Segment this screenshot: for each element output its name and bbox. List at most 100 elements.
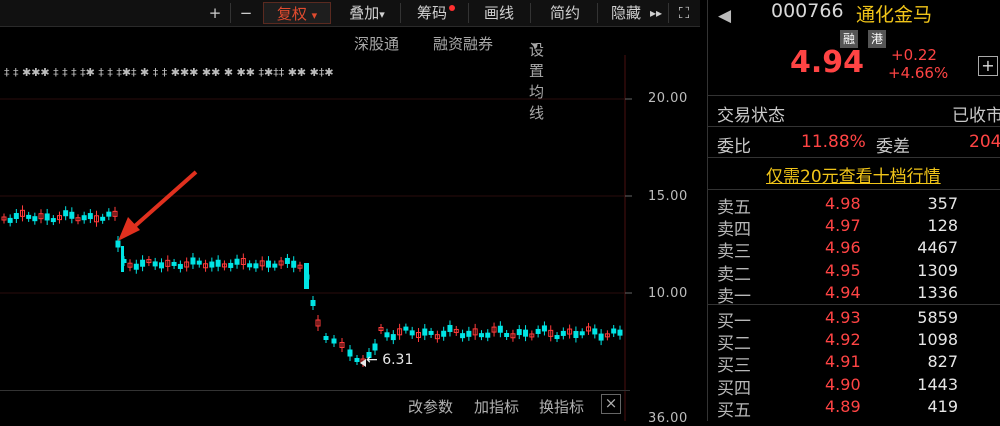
close-icon[interactable]: × [601, 394, 621, 414]
candle-body [441, 330, 447, 337]
y-axis-tick: 10.00 [648, 286, 688, 301]
candle-body-drop [121, 246, 124, 272]
y-axis-tick: 20.00 [648, 91, 688, 106]
bid-row[interactable]: 买三 4.91 827 [708, 351, 1000, 376]
more-arrows-icon[interactable]: ▸▸ [646, 2, 666, 24]
candle-body [354, 358, 360, 362]
order-price: 4.90 [825, 374, 861, 394]
candle-body [541, 325, 547, 332]
candle-body [7, 217, 13, 223]
candle-body [247, 263, 253, 268]
ask-row[interactable]: 卖二 4.95 1309 [708, 260, 1000, 285]
stock-name: 通化金马 [856, 4, 933, 26]
candlestick-chart-svg[interactable]: ‡ ‡ ✱✱✱ ‡ ‡ ‡ ‡✱ ‡ ‡ ‡✱‡ ✱ ‡ ‡ ✱✱✱ ✱✱ ✱ … [0, 55, 700, 421]
candle-body [478, 333, 484, 338]
candle-body [372, 343, 378, 351]
bid-row[interactable]: 买五 4.89 419 [708, 396, 1000, 421]
low-price-annotation: ← 6.31 [366, 352, 413, 368]
candle-body [310, 300, 316, 306]
hk-connect-badge: 港 [868, 30, 886, 48]
order-volume: 827 [927, 352, 958, 372]
candle-body [190, 257, 196, 265]
switch-indicator-button[interactable]: 换指标 [539, 396, 584, 417]
divider [708, 95, 1000, 96]
toolbar-divider [400, 3, 401, 23]
chevron-down-icon: ▾ [532, 39, 538, 52]
candle-body [447, 324, 453, 332]
bid-row[interactable]: 买一 4.93 5859 [708, 307, 1000, 332]
order-price: 4.96 [825, 238, 861, 258]
yincang-button[interactable]: 隐藏 [604, 2, 648, 24]
candle-body [81, 215, 87, 221]
bid-row[interactable]: 买四 4.90 1443 [708, 374, 1000, 399]
huaxian-button[interactable]: 画线 [475, 2, 523, 24]
low-price-arrow-icon: ← [366, 352, 378, 368]
candle-body [63, 210, 69, 217]
candle-body [384, 332, 390, 338]
candle-body [573, 330, 579, 338]
toolbar-divider [597, 3, 598, 23]
jianyue-button[interactable]: 简约 [540, 2, 590, 24]
order-price: 4.98 [825, 194, 861, 213]
zoom-out-button[interactable]: − [234, 2, 258, 24]
toolbar-divider [468, 3, 469, 23]
candle-body [26, 214, 32, 219]
divider [708, 126, 1000, 127]
fuquan-label: 复权 [276, 5, 307, 23]
rongzirongquan-link[interactable]: 融资融券 [433, 33, 493, 54]
order-level-label: 买五 [717, 400, 751, 421]
candle-body [50, 218, 56, 223]
order-volume: 357 [927, 194, 958, 213]
change-params-button[interactable]: 改参数 [408, 396, 453, 417]
order-volume: 1309 [917, 260, 958, 280]
candle-body [347, 349, 353, 357]
candle-body [272, 263, 278, 268]
add-watchlist-button[interactable]: + [978, 56, 998, 76]
fuquan-dropdown[interactable]: 复权 ▾ [263, 2, 331, 24]
candle-body [291, 260, 297, 268]
candle-body [331, 338, 337, 344]
candle-body [390, 334, 396, 341]
quote-panel: ◀ 000766 通化金马 融 港 4.94 +0.22 +4.66% + 交易… [707, 0, 1000, 421]
order-price: 4.89 [825, 396, 861, 416]
candle-body [504, 332, 510, 337]
diejia-dropdown[interactable]: 叠加▾ [338, 2, 396, 24]
candle-body [87, 213, 93, 220]
add-indicator-button[interactable]: 加指标 [474, 396, 519, 417]
level2-promo-link[interactable]: 仅需20元查看十档行情 [766, 162, 941, 187]
ask-row[interactable]: 卖四 4.97 128 [708, 215, 1000, 240]
candle-body [44, 213, 50, 221]
divider [708, 304, 1000, 305]
candlestick-chart-area[interactable]: ‡ ‡ ✱✱✱ ‡ ‡ ‡ ‡✱ ‡ ‡ ‡✱‡ ✱ ‡ ‡ ✱✱✱ ✱✱ ✱ … [0, 55, 700, 426]
shengutong-link[interactable]: 深股通 [354, 33, 399, 54]
candle-body [234, 258, 240, 265]
candle-body [598, 333, 604, 341]
trade-status-label: 交易状态 [717, 106, 785, 126]
bid-row[interactable]: 买二 4.92 1098 [708, 329, 1000, 354]
candle-body [592, 328, 598, 335]
chouma-button[interactable]: 筹码 [408, 2, 464, 24]
ask-row[interactable]: 卖三 4.96 4467 [708, 237, 1000, 262]
candle-body [253, 263, 259, 269]
order-price: 4.91 [825, 352, 861, 372]
order-price: 4.95 [825, 260, 861, 280]
ask-row[interactable]: 卖五 4.98 357 [708, 193, 1000, 218]
candle-body [69, 211, 75, 219]
back-arrow-icon[interactable]: ◀ [718, 6, 731, 26]
zoom-in-button[interactable]: + [203, 2, 227, 24]
order-volume: 4467 [917, 238, 958, 258]
order-volume: 1336 [917, 282, 958, 302]
ask-row[interactable]: 卖一 4.94 1336 [708, 282, 1000, 307]
candle-body [466, 330, 472, 337]
weicha-label: 委差 [876, 137, 910, 157]
candle-body [428, 330, 434, 335]
candle-body [115, 240, 121, 248]
weibi-label: 委比 [717, 137, 751, 157]
weibi-value: 11.88% [801, 132, 866, 152]
candle-body [323, 336, 329, 340]
fullscreen-icon[interactable]: ⛶ [672, 2, 696, 24]
candle-body [485, 332, 491, 338]
indicator-subtoolbar: 深股通 融资融券 设置均线 ▾ [0, 27, 700, 122]
candle-body [516, 329, 522, 336]
price-change-percent: +4.66% [888, 64, 949, 82]
